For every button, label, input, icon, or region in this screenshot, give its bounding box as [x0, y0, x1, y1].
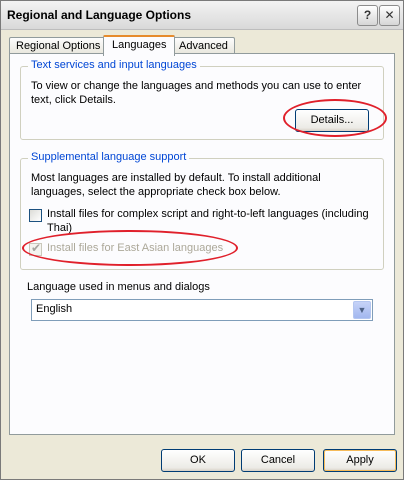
east-asian-option: ✔ Install files for East Asian languages — [29, 241, 375, 257]
text-services-description: To view or change the languages and meth… — [31, 80, 362, 106]
window-title: Regional and Language Options — [7, 8, 192, 22]
menus-language-value: English — [36, 303, 73, 315]
details-button[interactable]: Details... — [295, 109, 369, 132]
tab-regional-options[interactable]: Regional Options — [9, 37, 108, 54]
text-services-group: Text services and input languages To vie… — [20, 59, 384, 140]
tab-languages[interactable]: Languages — [103, 35, 176, 56]
complex-script-checkbox[interactable] — [29, 209, 42, 222]
menus-language-label: Language used in menus and dialogs — [27, 281, 210, 293]
close-button[interactable]: ✕ — [379, 5, 400, 26]
cancel-button[interactable]: Cancel — [241, 449, 315, 472]
apply-button[interactable]: Apply — [323, 449, 397, 472]
complex-script-option[interactable]: Install files for complex script and rig… — [29, 208, 375, 237]
complex-script-label: Install files for complex script and rig… — [47, 208, 369, 234]
supplemental-legend: Supplemental language support — [28, 151, 190, 163]
east-asian-checkbox: ✔ — [29, 241, 42, 256]
east-asian-label: Install files for East Asian languages — [47, 242, 224, 254]
supplemental-description: Most languages are installed by default.… — [31, 172, 321, 198]
help-button[interactable]: ? — [357, 5, 378, 26]
menus-language-select[interactable]: English ▼ — [31, 299, 373, 321]
languages-tab-panel: Text services and input languages To vie… — [9, 53, 395, 435]
dialog-window: Regional and Language Options ? ✕ Region… — [0, 0, 404, 480]
checkmark-icon: ✔ — [31, 241, 42, 255]
title-bar: Regional and Language Options ? ✕ — [1, 1, 403, 30]
chevron-down-icon[interactable]: ▼ — [353, 301, 371, 319]
tab-advanced[interactable]: Advanced — [172, 37, 235, 54]
supplemental-language-group: Supplemental language support Most langu… — [20, 151, 384, 270]
text-services-legend: Text services and input languages — [28, 59, 200, 71]
ok-button[interactable]: OK — [161, 449, 235, 472]
